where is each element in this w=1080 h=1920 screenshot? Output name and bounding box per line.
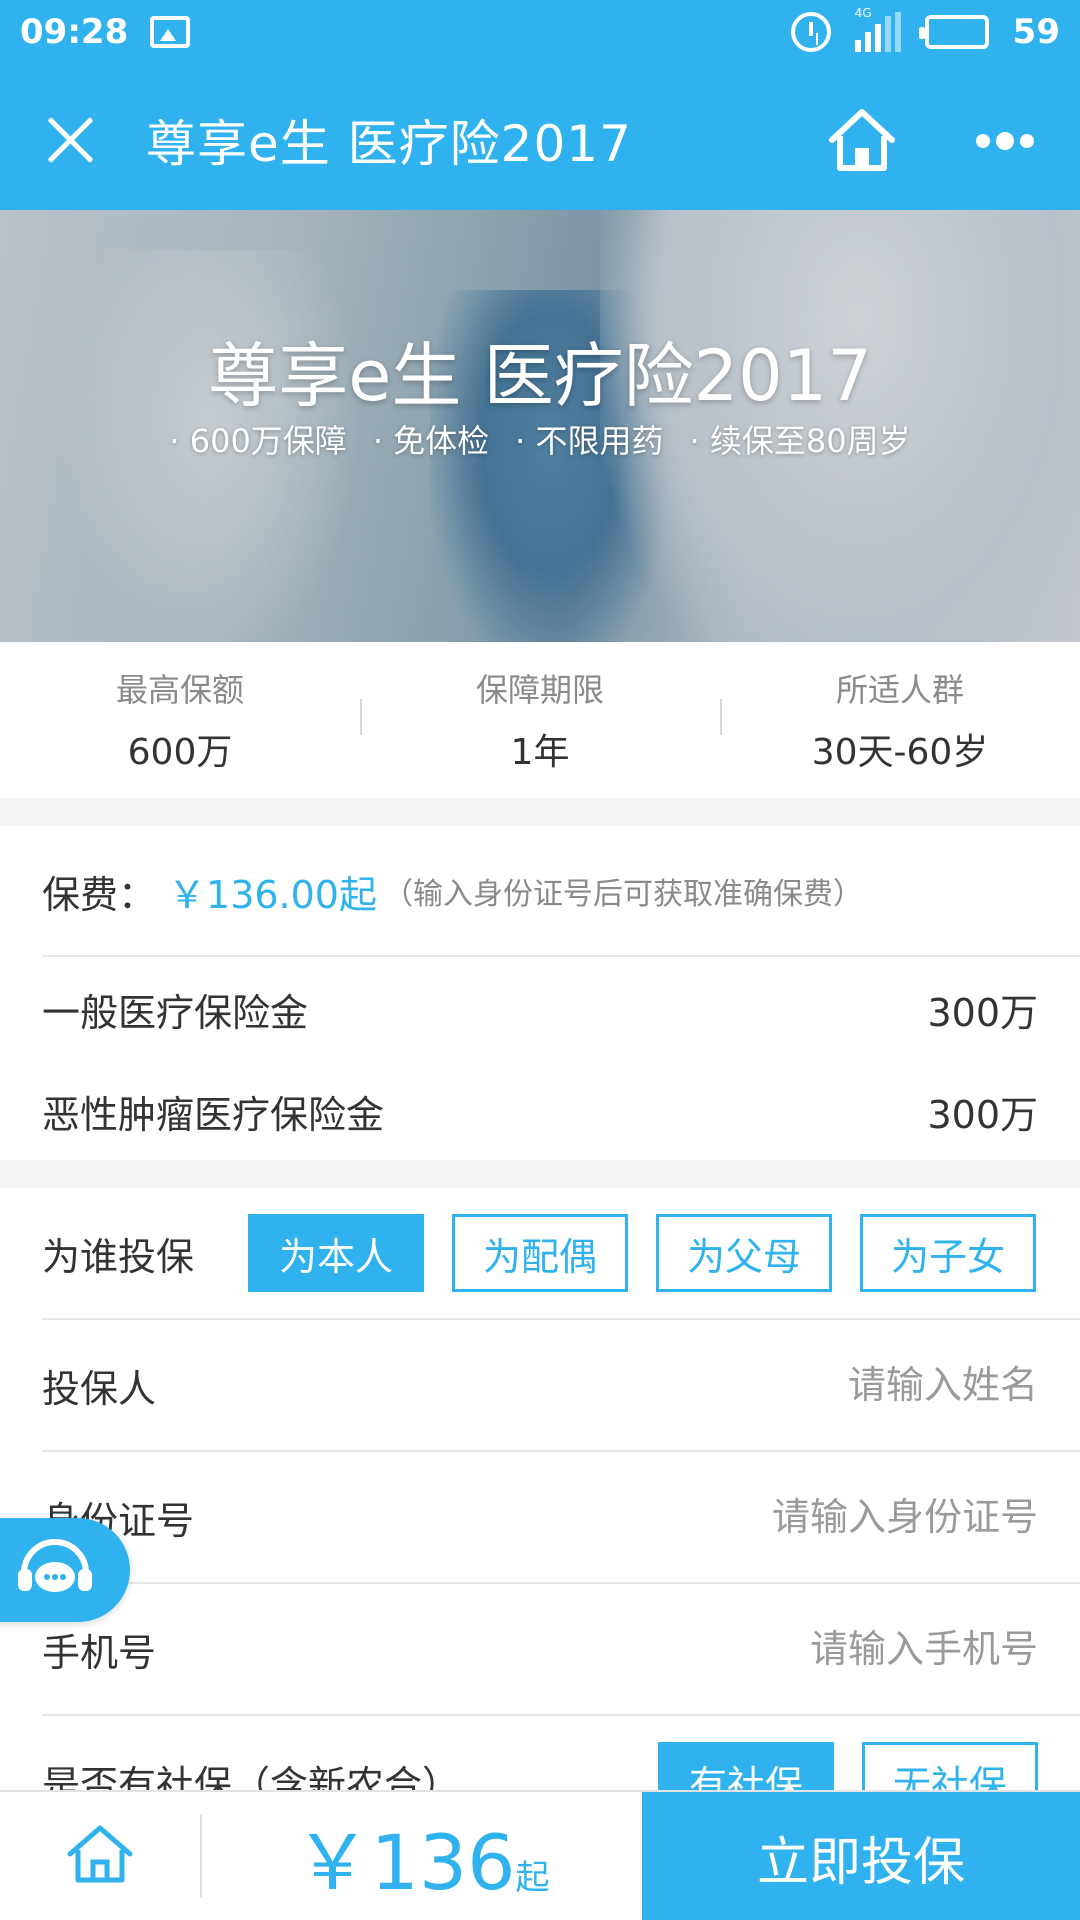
banner-title: 尊享e生 医疗险2017 (208, 335, 872, 417)
close-icon[interactable] (44, 114, 96, 166)
id-number-field: 身份证号 (42, 1452, 1038, 1582)
stat-label: 保障期限 (475, 671, 604, 709)
insure-for-parents-button[interactable]: 为父母 (656, 1214, 832, 1292)
alarm-icon (790, 12, 831, 52)
insure-for-self-button[interactable]: 为本人 (248, 1214, 424, 1292)
holder-name-field: 投保人 (42, 1320, 1038, 1450)
stat-label: 所适人群 (835, 671, 964, 709)
home-icon[interactable] (826, 104, 898, 176)
battery-level: 59 (1012, 12, 1060, 52)
section-gap (0, 1160, 1080, 1188)
stat-max-coverage: 最高保额 600万 (0, 665, 360, 775)
phone-label: 手机号 (42, 1630, 157, 1675)
title-bar: 尊享e生 医疗险2017 (0, 64, 1080, 210)
insure-for-spouse-button[interactable]: 为配偶 (452, 1214, 628, 1292)
more-icon[interactable] (976, 132, 1034, 150)
premium-note: （输入身份证号后可获取准确保费） (382, 877, 863, 912)
premium-price: ￥136.00起 (168, 872, 377, 917)
benefit-amount: 300万 (927, 991, 1038, 1035)
insure-for-label: 为谁投保 (42, 1234, 195, 1279)
banner-tag: 600万保障 (169, 416, 347, 462)
signal-icon: 4G (854, 6, 901, 52)
divider (42, 1714, 1080, 1716)
benefit-name: 恶性肿瘤医疗保险金 (42, 1093, 385, 1137)
status-time: 09:28 (20, 12, 129, 52)
holder-name-input[interactable] (478, 1363, 1038, 1407)
insure-for-options: 为本人 为配偶 为父母 为子女 (248, 1214, 1036, 1292)
customer-service-button[interactable] (0, 1518, 130, 1622)
banner-tags: 600万保障 免体检 不限用药 续保至80周岁 (0, 416, 1080, 462)
bottom-home-button[interactable] (0, 1791, 200, 1920)
divider (42, 955, 1080, 957)
network-label: 4G (854, 6, 872, 20)
bottom-price: ￥136起 (202, 1801, 642, 1911)
banner-tag: 续保至80周岁 (690, 416, 911, 462)
insure-for-row: 为谁投保 为本人 为配偶 为父母 为子女 (0, 1188, 1080, 1318)
phone-field: 手机号 (42, 1584, 1038, 1714)
image-icon (150, 16, 191, 48)
status-bar: 09:28 4G 59 (0, 0, 1080, 64)
battery-icon (918, 15, 989, 49)
customer-service-icon (12, 1533, 98, 1607)
product-stats: 最高保额 600万 保障期限 1年 所适人群 30天-60岁 (0, 642, 1080, 798)
stat-value: 30天-60岁 (811, 732, 989, 773)
premium-row: 保费： ￥136.00起 （输入身份证号后可获取准确保费） (0, 826, 1080, 956)
hero-banner: 尊享e生 医疗险2017 600万保障 免体检 不限用药 续保至80周岁 (0, 210, 1080, 642)
stat-value: 600万 (127, 732, 233, 773)
stat-term: 保障期限 1年 (360, 665, 720, 775)
banner-tag: 免体检 (373, 416, 489, 462)
banner-tag: 不限用药 (515, 416, 664, 462)
insure-for-children-button[interactable]: 为子女 (860, 1214, 1036, 1292)
stat-value: 1年 (510, 732, 570, 773)
holder-name-label: 投保人 (42, 1366, 157, 1411)
buy-now-button[interactable]: 立即投保 (642, 1792, 1080, 1920)
benefit-name: 一般医疗保险金 (42, 991, 309, 1035)
bottom-bar: ￥136起 立即投保 (0, 1790, 1080, 1920)
page: 09:28 4G 59 尊享e生 医疗险2017 尊享e生 医疗险2017 · … (0, 0, 1080, 1920)
benefit-row: 恶性肿瘤医疗保险金 300万 (42, 1084, 1038, 1139)
section-gap (0, 798, 1080, 826)
bottom-price-currency: ￥ (294, 1818, 371, 1907)
bottom-price-value: 136 (370, 1818, 516, 1907)
page-title: 尊享e生 医疗险2017 (146, 115, 632, 173)
home-icon (65, 1822, 135, 1890)
benefit-amount: 300万 (927, 1093, 1038, 1137)
stat-label: 最高保额 (115, 671, 244, 709)
stat-audience: 所适人群 30天-60岁 (720, 665, 1080, 775)
id-number-input[interactable] (478, 1495, 1038, 1539)
phone-input[interactable] (478, 1627, 1038, 1671)
bottom-price-suffix: 起 (515, 1858, 550, 1898)
benefit-row: 一般医疗保险金 300万 (42, 982, 1038, 1037)
premium-label: 保费： (42, 872, 157, 917)
status-right: 4G 59 (790, 6, 1060, 52)
